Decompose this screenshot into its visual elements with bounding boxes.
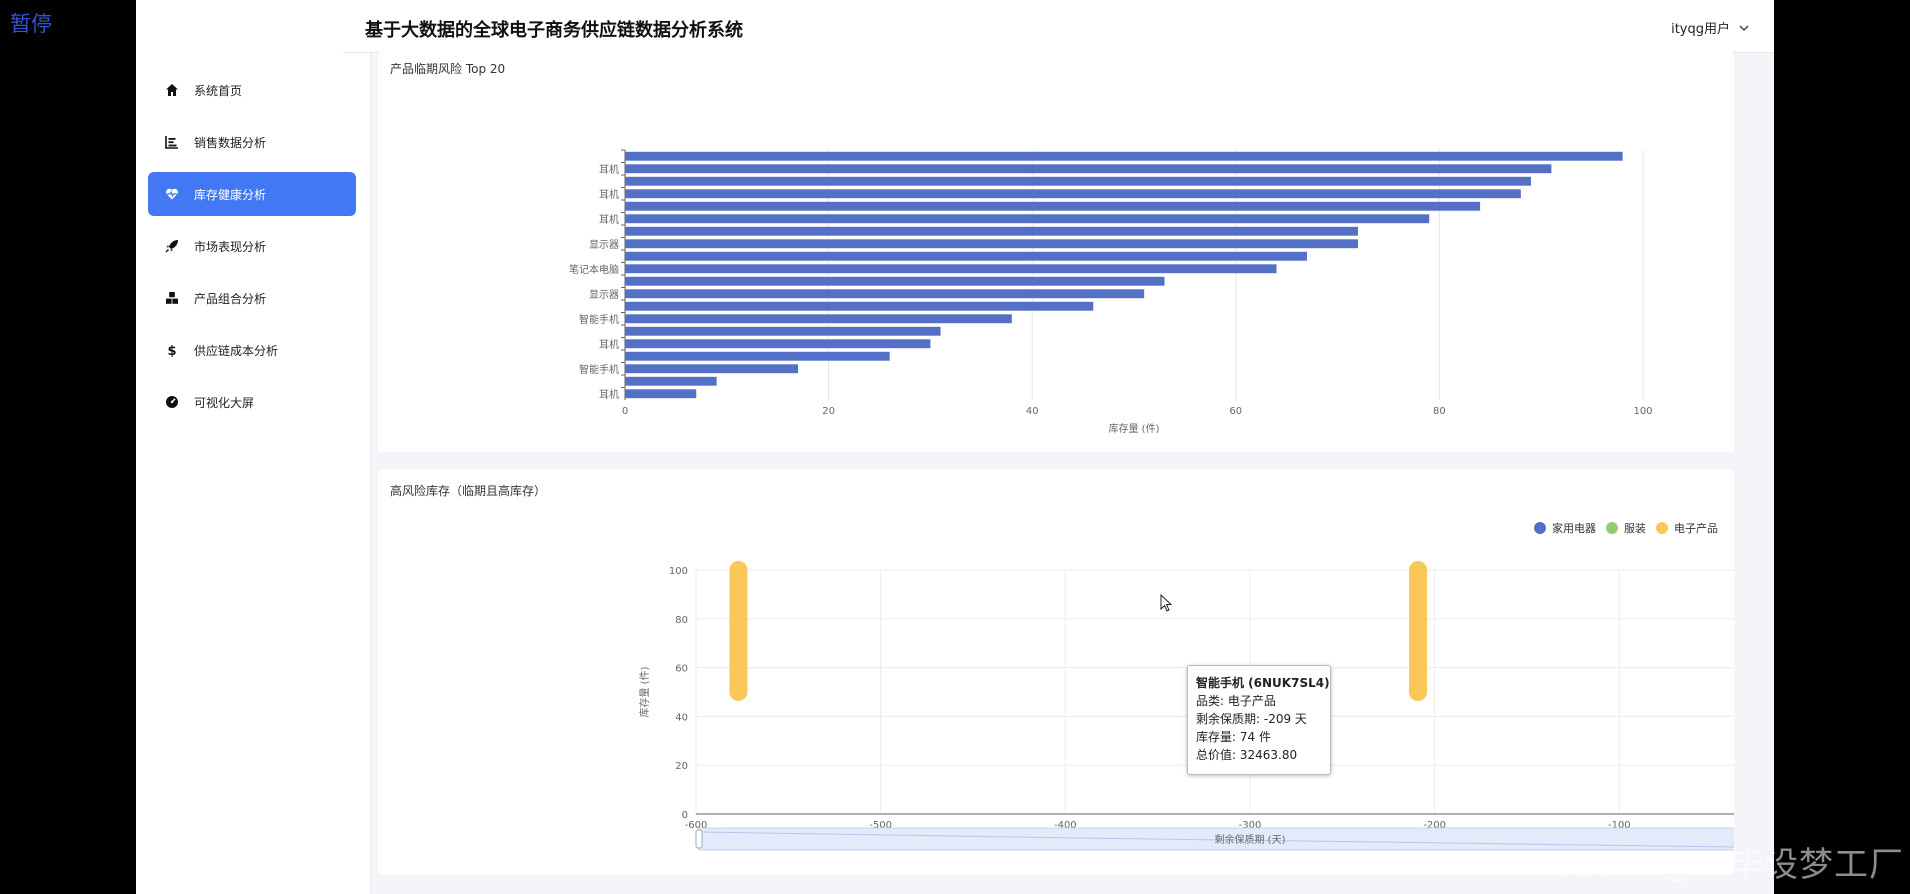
y-tick-label: 耳机 bbox=[599, 213, 619, 226]
y-tick-label: 智能手机 bbox=[579, 313, 619, 326]
bar bbox=[625, 239, 1358, 249]
sidebar-item[interactable]: 销售数据分析 bbox=[148, 120, 356, 164]
page-title: 基于大数据的全球电子商务供应链数据分析系统 bbox=[365, 20, 743, 41]
y-tick-label: 显示器 bbox=[589, 289, 619, 301]
x-tick-label: 80 bbox=[1433, 406, 1446, 417]
sidebar-item[interactable]: 系统首页 bbox=[148, 68, 356, 112]
expiry-risk-bar-chart: 0 20 40 60 80 100耳机耳机耳机显示器笔记本电脑显示器智能手机耳机智能手机耳… bbox=[569, 149, 1653, 435]
bar bbox=[625, 364, 799, 374]
bar bbox=[625, 301, 1094, 311]
sidebar-item[interactable]: 市场表现分析 bbox=[148, 224, 356, 268]
chevron-down-icon bbox=[1739, 25, 1749, 31]
y-tick-label: 笔记本电脑 bbox=[569, 263, 619, 276]
y-tick-label: 显示器 bbox=[589, 239, 619, 251]
sidebar-item-label: 库存健康分析 bbox=[194, 187, 267, 202]
pause-label: 暂停 bbox=[10, 12, 52, 36]
sidebar-item-label: 产品组合分析 bbox=[194, 291, 267, 306]
bar bbox=[625, 189, 1521, 199]
cubes-icon bbox=[162, 288, 182, 308]
watermark: CSDN @IT毕设梦工厂 bbox=[1548, 845, 1904, 885]
x-tick-label: 100 bbox=[1633, 406, 1652, 417]
y-axis-label: 库存量 (件) bbox=[638, 666, 651, 717]
y-tick-label: 耳机 bbox=[599, 388, 619, 401]
mouse-cursor-icon bbox=[1160, 594, 1173, 612]
bar bbox=[625, 376, 717, 386]
x-tick-label: 0 bbox=[622, 406, 628, 417]
bar bbox=[625, 264, 1277, 274]
bar bbox=[625, 389, 697, 399]
sidebar: 系统首页销售数据分析 库存健康分析 市场表现分析 产品组合分析 $ 供应链成本分析 可视化大… bbox=[136, 0, 371, 894]
y-tick-label: 耳机 bbox=[599, 338, 619, 351]
sidebar-item-label: 系统首页 bbox=[194, 83, 243, 98]
sidebar-item[interactable]: 库存健康分析 bbox=[148, 172, 356, 216]
user-name: ityqg用户 bbox=[1671, 22, 1730, 37]
x-tick-label: 20 bbox=[822, 406, 835, 417]
high-risk-scatter-chart: -600-500-400-300-200-1000020406080100库存量… bbox=[638, 561, 1734, 851]
y-tick-label: 100 bbox=[669, 566, 688, 577]
top-header: 基于大数据的全球电子商务供应链数据分析系统 ityqg用户 bbox=[343, 0, 1774, 53]
dashboard-icon bbox=[162, 392, 182, 412]
data-zoom-handle bbox=[695, 829, 703, 849]
rocket-icon bbox=[162, 236, 182, 256]
y-tick-label: 40 bbox=[675, 712, 688, 723]
bar-chart-icon bbox=[162, 132, 182, 152]
bar bbox=[625, 326, 941, 336]
sidebar-item[interactable]: 产品组合分析 bbox=[148, 276, 356, 320]
bar bbox=[625, 251, 1308, 261]
app-window: 系统首页销售数据分析 库存健康分析 市场表现分析 产品组合分析 $ 供应链成本分析 可视化大… bbox=[136, 0, 1774, 894]
x-tick-label: 40 bbox=[1026, 406, 1039, 417]
y-tick-label: 智能手机 bbox=[579, 363, 619, 376]
home-icon bbox=[162, 80, 182, 100]
sidebar-item-label: 可视化大屏 bbox=[194, 395, 255, 410]
bar bbox=[625, 339, 931, 349]
sidebar-menu: 系统首页销售数据分析 库存健康分析 市场表现分析 产品组合分析 $ 供应链成本分析 可视化大… bbox=[148, 68, 356, 432]
sidebar-item-label: 销售数据分析 bbox=[194, 135, 267, 150]
chart-tooltip: 智能手机 (6NUK7SL4) 品类: 电子产品 剩余保质期: -209 天 库… bbox=[1187, 665, 1331, 775]
bar bbox=[625, 276, 1165, 286]
tooltip-title: 智能手机 (6NUK7SL4) bbox=[1196, 676, 1330, 690]
x-axis-label: 库存量 (件) bbox=[1109, 422, 1160, 435]
bar bbox=[625, 351, 890, 361]
y-tick-label: 60 bbox=[675, 664, 688, 675]
bar bbox=[625, 314, 1012, 324]
user-menu[interactable]: ityqg用户 bbox=[1671, 18, 1750, 37]
tooltip-line: 品类: 电子产品 bbox=[1196, 694, 1276, 708]
tooltip-line: 剩余保质期: -209 天 bbox=[1196, 712, 1307, 726]
y-tick-label: 80 bbox=[675, 615, 688, 626]
sidebar-item[interactable]: 可视化大屏 bbox=[148, 380, 356, 424]
sidebar-item[interactable]: $ 供应链成本分析 bbox=[148, 328, 356, 372]
y-tick-label: 耳机 bbox=[599, 163, 619, 176]
x-tick-label: 60 bbox=[1229, 406, 1242, 417]
expiry-risk-card: 产品临期风险 Top 20 0 20 40 60 80 100 耳机 耳机 耳机 显示器 笔记本电脑… bbox=[378, 52, 1734, 452]
bar bbox=[625, 151, 1623, 161]
y-tick-label: 0 bbox=[682, 810, 688, 821]
bar bbox=[625, 289, 1145, 299]
y-tick-label: 20 bbox=[675, 761, 688, 772]
heart-pulse-icon bbox=[162, 184, 182, 204]
bar bbox=[625, 176, 1532, 186]
x-axis-label: 剩余保质期 (天) bbox=[1215, 833, 1286, 846]
bar bbox=[625, 214, 1430, 224]
sidebar-item-label: 市场表现分析 bbox=[194, 239, 267, 254]
tooltip-line: 库存量: 74 件 bbox=[1196, 730, 1271, 744]
bar bbox=[625, 164, 1552, 174]
bar bbox=[625, 201, 1481, 211]
bar bbox=[625, 226, 1358, 236]
tooltip-line: 总价值: 32463.80 bbox=[1196, 748, 1298, 762]
high-risk-card: 高风险库存（临期且高库存） 家用电器 服装 电子产品 -600 -500 -400 -30… bbox=[378, 470, 1734, 874]
svg-text:$: $ bbox=[167, 344, 176, 357]
y-tick-label: 耳机 bbox=[599, 188, 619, 201]
sidebar-item-label: 供应链成本分析 bbox=[194, 343, 279, 358]
dollar-icon: $ bbox=[162, 340, 182, 360]
